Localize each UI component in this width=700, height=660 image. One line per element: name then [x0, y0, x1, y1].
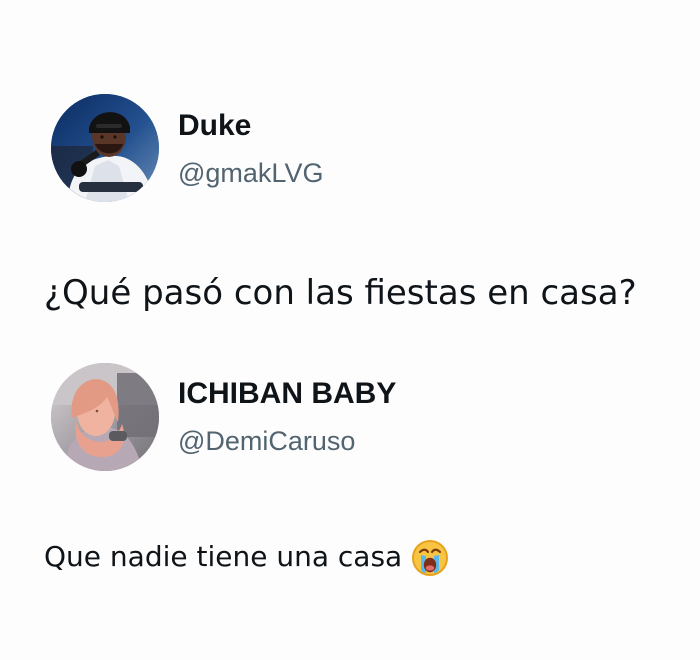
post-duke: Duke @gmakLVG ¿Qué pasó con las fiestas …	[0, 0, 700, 330]
display-name[interactable]: Duke	[178, 109, 251, 143]
avatar[interactable]	[51, 94, 159, 202]
profile-photo-icon	[51, 363, 159, 471]
loudly-crying-face-icon	[410, 538, 450, 578]
tweet-text: ¿Qué pasó con las fiestas en casa?	[44, 273, 637, 313]
tweet-text: Que nadie tiene una casa	[44, 537, 450, 578]
post-ichiban-baby: ICHIBAN BABY @DemiCaruso Que nadie tiene…	[0, 330, 700, 660]
avatar[interactable]	[51, 363, 159, 471]
tweet-text-content: Que nadie tiene una casa	[44, 540, 403, 573]
user-handle[interactable]: @DemiCaruso	[178, 425, 355, 457]
profile-photo-icon	[51, 94, 159, 202]
user-handle[interactable]: @gmakLVG	[178, 157, 323, 189]
display-name[interactable]: ICHIBAN BABY	[178, 377, 396, 411]
